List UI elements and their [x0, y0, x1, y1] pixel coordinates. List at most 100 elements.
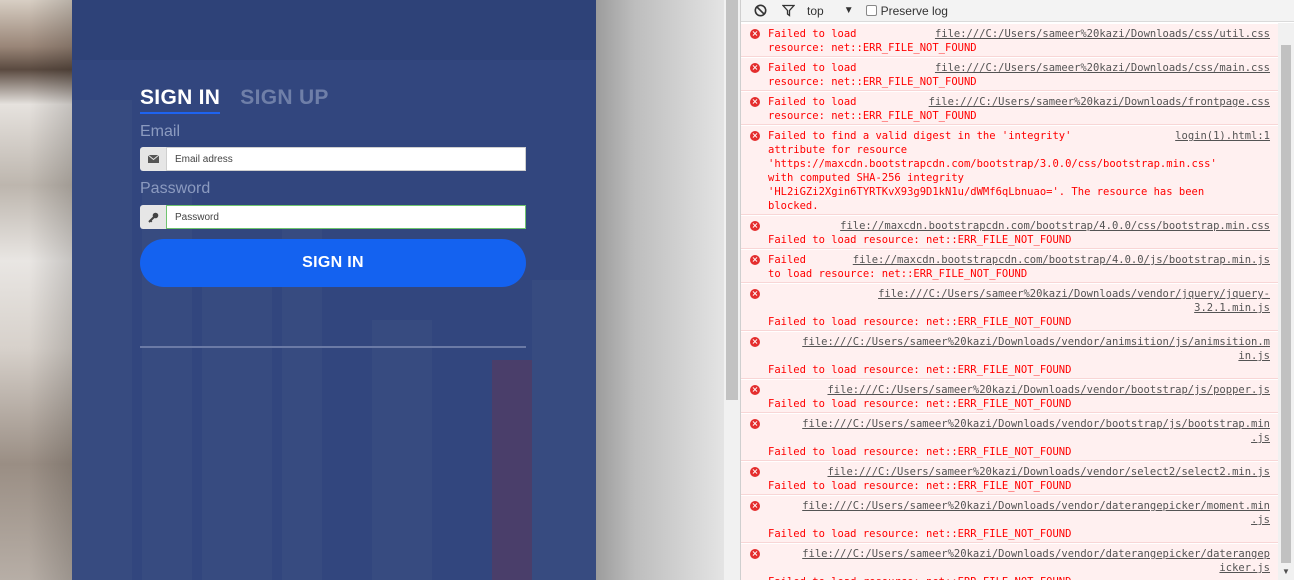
console-scrollbar[interactable]: ▼ [1278, 23, 1294, 580]
error-message: blocked. [768, 200, 819, 212]
source-link[interactable]: .js [1251, 431, 1270, 445]
console-error-entry: × Failed to load file:///C:/Users/sameer%… [741, 91, 1278, 125]
source-link[interactable]: file:///C:/Users/sameer%20kazi/Downloads… [827, 383, 1270, 397]
source-link[interactable]: file:///C:/Users/sameer%20kazi/Downloads… [878, 287, 1270, 301]
console-line: Failed to load resource: net::ERR_FILE_N… [768, 479, 1270, 493]
error-message: Failed [768, 254, 819, 266]
source-link[interactable]: file:///C:/Users/sameer%20kazi/Downloads… [929, 95, 1270, 109]
console-line: file:///C:/Users/sameer%20kazi/Downloads… [768, 383, 1270, 397]
error-icon: × [750, 337, 760, 347]
console-line: blocked. [768, 199, 1270, 213]
error-message [768, 383, 793, 397]
console-line: .js [768, 513, 1270, 527]
source-link[interactable]: login(1).html:1 [1175, 129, 1270, 143]
console-line: Failed to find a valid digest in the 'in… [768, 129, 1270, 143]
context-selector[interactable]: top [807, 4, 824, 18]
auth-tabs: SIGN IN SIGN UP [140, 86, 329, 114]
error-message: Failed to load resource: net::ERR_FILE_N… [768, 575, 1071, 580]
source-link[interactable]: file:///C:/Users/sameer%20kazi/Downloads… [802, 499, 1270, 513]
clear-console-icon[interactable] [751, 2, 769, 20]
source-link[interactable]: file:///C:/Users/sameer%20kazi/Downloads… [935, 27, 1270, 41]
preserve-log-option[interactable]: Preserve log [865, 3, 948, 18]
email-input[interactable] [166, 147, 526, 171]
console-line: file:///C:/Users/sameer%20kazi/Downloads… [768, 287, 1270, 301]
error-message: 'https://maxcdn.bootstrapcdn.com/bootstr… [768, 158, 1217, 170]
error-icon: × [750, 131, 760, 141]
filter-icon[interactable] [779, 2, 797, 20]
error-message: Failed to load resource: net::ERR_FILE_N… [768, 364, 1072, 376]
console-messages: × Failed to load file:///C:/Users/sameer%… [741, 23, 1278, 580]
console-scrollbar-thumb[interactable] [1281, 45, 1291, 563]
source-link[interactable]: file://maxcdn.bootstrapcdn.com/bootstrap… [840, 219, 1270, 233]
error-icon: × [750, 29, 760, 39]
background-gradient [596, 0, 724, 580]
console-line: file:///C:/Users/sameer%20kazi/Downloads… [768, 335, 1270, 349]
webpage-viewport: SIGN IN SIGN UP Email Password SIGN IN [0, 0, 740, 580]
console-line: resource: net::ERR_FILE_NOT_FOUND [768, 109, 1270, 123]
tab-sign-in[interactable]: SIGN IN [140, 86, 221, 114]
console-line: with computed SHA-256 integrity [768, 171, 1270, 185]
devtools-console-panel: top ▼ Preserve log × Failed to load file:… [740, 0, 1294, 580]
source-link[interactable]: file://maxcdn.bootstrapcdn.com/bootstrap… [853, 253, 1270, 267]
source-link[interactable]: file:///C:/Users/sameer%20kazi/Downloads… [802, 547, 1270, 561]
source-link[interactable]: icker.js [1219, 561, 1270, 575]
context-dropdown-icon[interactable]: ▼ [844, 5, 854, 16]
key-icon [140, 205, 166, 229]
page-scrollbar[interactable] [724, 0, 740, 580]
source-link[interactable]: file:///C:/Users/sameer%20kazi/Downloads… [802, 335, 1270, 349]
console-line: file:///C:/Users/sameer%20kazi/Downloads… [768, 547, 1270, 561]
source-link[interactable]: 3.2.1.min.js [1194, 301, 1270, 315]
error-message: Failed to load [768, 96, 895, 108]
error-icon: × [750, 63, 760, 73]
source-link[interactable]: .js [1251, 513, 1270, 527]
error-message [768, 465, 793, 479]
console-line: Failed to load resource: net::ERR_FILE_N… [768, 575, 1270, 580]
console-line: file://maxcdn.bootstrapcdn.com/bootstrap… [768, 219, 1270, 233]
error-icon: × [750, 289, 760, 299]
error-icon: × [750, 255, 760, 265]
error-icon: × [750, 97, 760, 107]
console-line: Failed file://maxcdn.bootstrapcdn.com/bo… [768, 253, 1270, 267]
console-line: resource: net::ERR_FILE_NOT_FOUND [768, 75, 1270, 89]
source-link[interactable]: in.js [1238, 349, 1270, 363]
error-icon: × [750, 419, 760, 429]
console-line: 3.2.1.min.js [768, 301, 1270, 315]
error-message: Failed to load resource: net::ERR_FILE_N… [768, 234, 1072, 246]
tab-sign-up[interactable]: SIGN UP [240, 86, 328, 114]
envelope-icon [140, 147, 166, 171]
error-message: resource: net::ERR_FILE_NOT_FOUND [768, 76, 977, 88]
console-line: .js [768, 431, 1270, 445]
console-line: resource: net::ERR_FILE_NOT_FOUND [768, 41, 1270, 55]
console-line: Failed to load file:///C:/Users/sameer%2… [768, 27, 1270, 41]
error-icon: × [750, 549, 760, 559]
error-message: resource: net::ERR_FILE_NOT_FOUND [768, 42, 977, 54]
console-error-entry: × Failed to load file:///C:/Users/sameer%… [741, 57, 1278, 91]
console-error-entry: × file://maxcdn.bootstrapcdn.com/bootstr… [741, 215, 1278, 249]
console-line: icker.js [768, 561, 1270, 575]
console-error-entry: × file:///C:/Users/sameer%20kazi/Download… [741, 283, 1278, 331]
source-link[interactable]: file:///C:/Users/sameer%20kazi/Downloads… [935, 61, 1270, 75]
console-line: Failed to load file:///C:/Users/sameer%2… [768, 95, 1270, 109]
console-toolbar: top ▼ Preserve log [741, 0, 1294, 22]
preserve-log-checkbox[interactable] [865, 5, 877, 16]
error-message: Failed to load resource: net::ERR_FILE_N… [768, 480, 1072, 492]
password-label: Password [140, 180, 211, 197]
console-line: Failed to load resource: net::ERR_FILE_N… [768, 315, 1270, 329]
console-line: file:///C:/Users/sameer%20kazi/Downloads… [768, 499, 1270, 513]
error-message: attribute for resource [768, 144, 908, 156]
error-icon: × [750, 385, 760, 395]
error-message: Failed to load resource: net::ERR_FILE_N… [768, 398, 1072, 410]
page-scrollbar-thumb[interactable] [726, 0, 738, 400]
console-error-entry: × Failed to load file:///C:/Users/sameer%… [741, 23, 1278, 57]
preserve-log-label: Preserve log [880, 3, 948, 18]
scroll-down-arrow-icon[interactable]: ▼ [1282, 567, 1290, 576]
console-error-entry: × file:///C:/Users/sameer%20kazi/Download… [741, 331, 1278, 379]
sign-in-button[interactable]: SIGN IN [140, 239, 526, 287]
error-message: to load resource: net::ERR_FILE_NOT_FOUN… [768, 268, 1028, 280]
source-link[interactable]: file:///C:/Users/sameer%20kazi/Downloads… [802, 417, 1270, 431]
error-message: with computed SHA-256 integrity [768, 172, 964, 184]
password-input[interactable] [166, 205, 526, 229]
console-line: Failed to load resource: net::ERR_FILE_N… [768, 363, 1270, 377]
source-link[interactable]: file:///C:/Users/sameer%20kazi/Downloads… [827, 465, 1270, 479]
email-label: Email [140, 123, 181, 140]
